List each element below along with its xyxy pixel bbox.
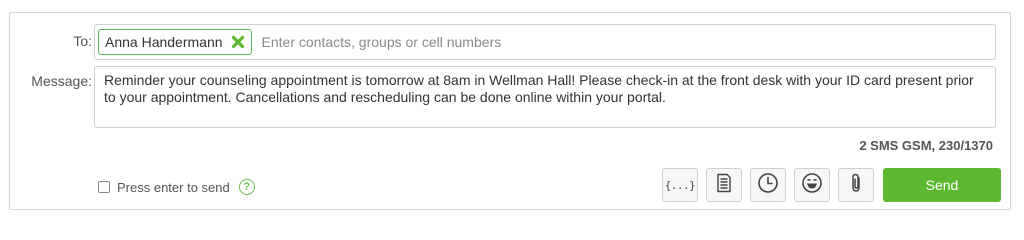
send-button[interactable]: Send [883, 168, 1001, 202]
attachment-paperclip-icon [849, 172, 863, 199]
to-field[interactable]: Anna Handermann [94, 24, 996, 60]
help-glyph: ? [243, 180, 251, 193]
emoji-icon [801, 172, 823, 199]
to-label: To: [73, 33, 92, 49]
help-icon[interactable]: ? [238, 179, 255, 195]
insert-variable-button[interactable]: {...} [662, 168, 698, 202]
schedule-clock-icon [757, 172, 779, 199]
compose-panel: To: Anna Handermann Message: Reminder yo… [9, 12, 1011, 210]
insert-variable-icon: {...} [664, 178, 696, 192]
recipient-chip-label: Anna Handermann [105, 34, 223, 50]
recipient-search-input[interactable] [259, 29, 995, 55]
attachment-button[interactable] [838, 168, 874, 202]
recipient-chip[interactable]: Anna Handermann [98, 29, 252, 55]
sms-counter: 2 SMS GSM, 230/1370 [859, 138, 993, 153]
emoji-button[interactable] [794, 168, 830, 202]
message-textarea[interactable]: Reminder your counseling appointment is … [94, 66, 996, 128]
template-button[interactable] [706, 168, 742, 202]
enter-to-send-row: Press enter to send ? [98, 179, 255, 195]
remove-recipient-icon[interactable] [231, 35, 245, 49]
schedule-button[interactable] [750, 168, 786, 202]
enter-to-send-checkbox[interactable] [98, 181, 110, 193]
message-label: Message: [31, 73, 92, 89]
template-document-icon [716, 173, 732, 198]
enter-to-send-label[interactable]: Press enter to send [117, 180, 230, 195]
